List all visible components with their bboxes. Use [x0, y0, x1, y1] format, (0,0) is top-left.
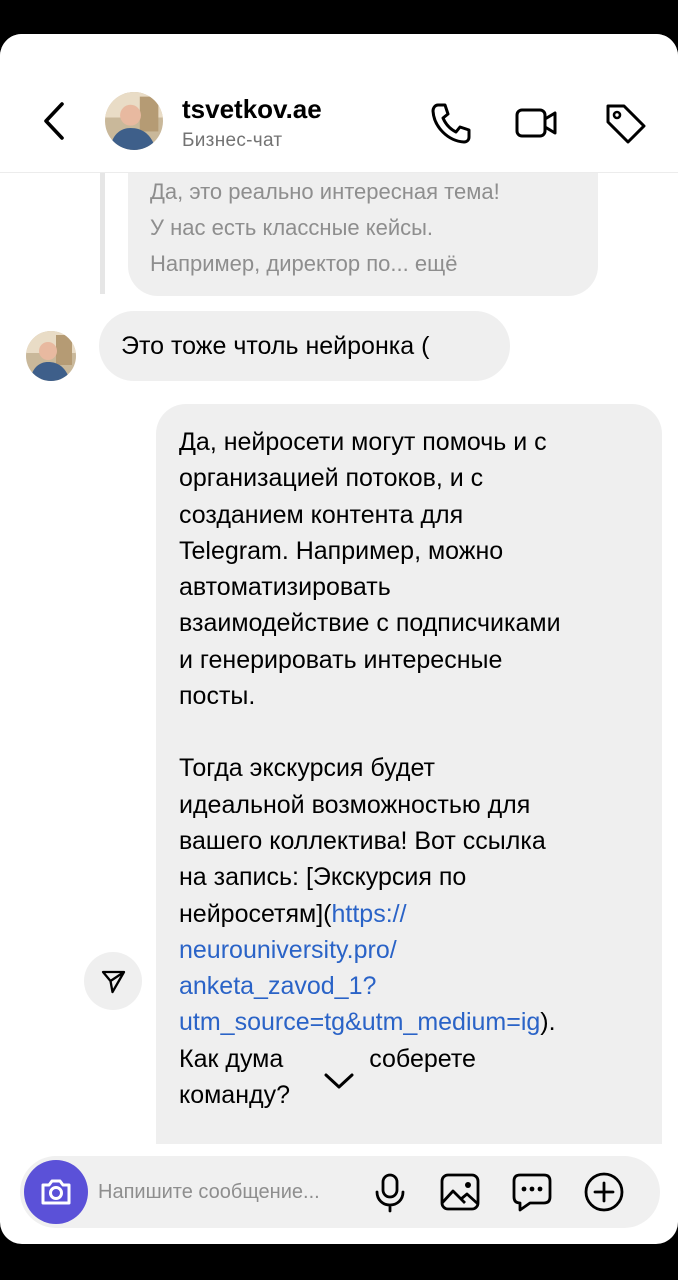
message-line: организацией потоков, и с	[179, 464, 484, 493]
message-line: Telegram. Например, можно	[179, 536, 504, 565]
message-line: utm_source=tg&utm_medium=ig).	[179, 1004, 644, 1040]
tag-icon[interactable]	[602, 100, 648, 146]
profile-avatar[interactable]	[105, 92, 163, 150]
outgoing-message[interactable]: Да, нейросети могут помочь и с организац…	[156, 404, 662, 1144]
sticker-icon[interactable]	[510, 1170, 554, 1214]
message-link[interactable]: anketa_zavod_1?	[179, 972, 376, 1000]
reply-preview-line: Да, это реально интересная тема!	[150, 179, 500, 204]
message-line: посты.	[179, 682, 256, 711]
microphone-icon[interactable]	[368, 1170, 412, 1214]
chat-header: tsvetkov.ae Бизнес-чат	[0, 34, 678, 173]
message-text: ).	[540, 1008, 556, 1037]
phone-icon[interactable]	[428, 100, 474, 146]
message-line: команду?	[179, 1081, 291, 1110]
message-line: вашего коллектива! Вот ссылка	[179, 826, 546, 855]
reply-preview-line: Например, директор по... ещё	[150, 251, 458, 276]
reply-preview-line: У нас есть классные кейсы.	[150, 215, 434, 240]
message-input[interactable]: Напишите сообщение...	[98, 1156, 320, 1228]
message-text: соберете	[369, 1044, 476, 1073]
message-link[interactable]: utm_source=tg&utm_medium=ig	[179, 1008, 540, 1036]
message-link[interactable]: neurouniversity.pro/	[179, 936, 397, 964]
message-line: на запись: [Экскурсия по	[179, 863, 467, 892]
incoming-message[interactable]: Это тоже чтоль нейронка (	[99, 311, 510, 381]
send-icon	[101, 970, 126, 994]
message-line: нейросетям](https://	[179, 896, 644, 932]
message-line: идеальной возможностью для	[179, 790, 531, 819]
plus-icon[interactable]	[582, 1170, 626, 1214]
back-arrow-icon[interactable]	[34, 96, 74, 146]
chat-screen: Да, это реально интересная тема! У нас е…	[0, 34, 678, 1244]
message-composer: Напишите сообщение...	[20, 1156, 660, 1228]
message-line: neurouniversity.pro/	[179, 932, 644, 968]
message-text: Как дума	[179, 1044, 284, 1073]
message-link[interactable]: https://	[332, 900, 407, 928]
message-line: Да, нейросети могут помочь и с	[179, 428, 547, 456]
video-call-icon[interactable]	[513, 100, 559, 146]
message-line: автоматизировать	[179, 573, 391, 602]
sender-avatar[interactable]	[26, 331, 76, 381]
camera-icon	[41, 1179, 71, 1205]
message-line: Как дума соберете	[179, 1041, 644, 1077]
chat-subtitle: Бизнес-чат	[182, 130, 283, 151]
share-button[interactable]	[84, 952, 142, 1010]
message-line: и генерировать интересные	[179, 645, 503, 674]
message-line: Тогда экскурсия будет	[179, 754, 435, 783]
camera-button[interactable]	[24, 1160, 88, 1224]
message-line: взаимодействие с подписчиками	[179, 609, 561, 638]
scroll-down-button[interactable]	[314, 1061, 364, 1101]
message-line: созданием контента для	[179, 500, 464, 529]
chat-username[interactable]: tsvetkov.ae	[182, 94, 322, 125]
message-text: нейросетям](	[179, 899, 332, 928]
gallery-icon[interactable]	[438, 1170, 482, 1214]
chevron-down-icon	[324, 1073, 354, 1089]
reply-quote-line	[100, 172, 105, 294]
message-line: anketa_zavod_1?	[179, 968, 644, 1004]
